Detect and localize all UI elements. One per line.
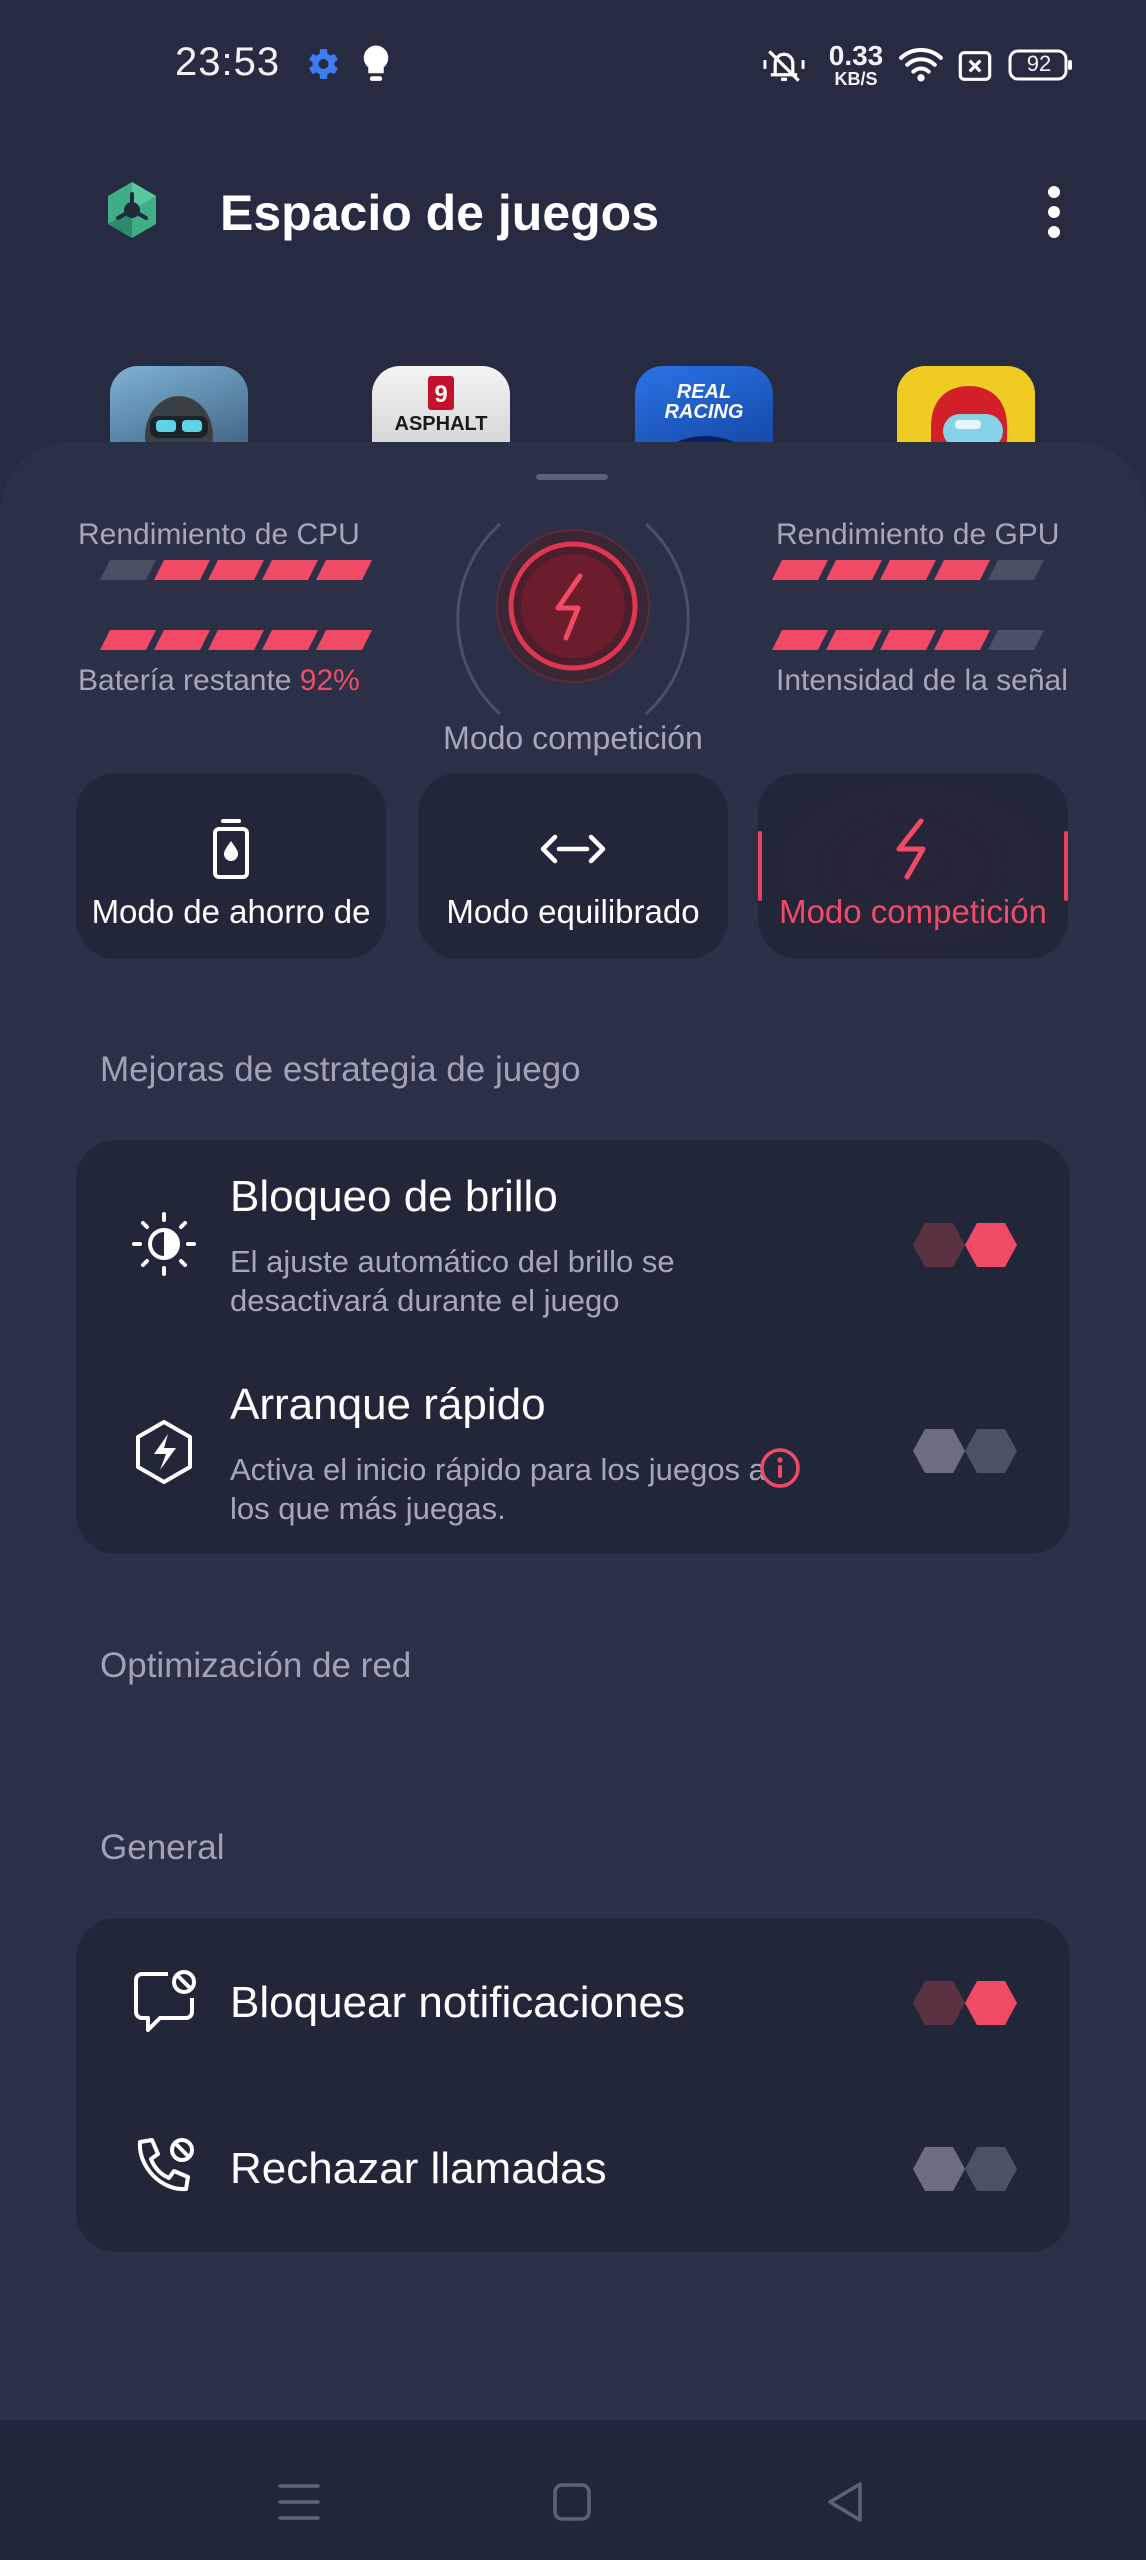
real-racing-text-1: REAL	[677, 381, 731, 403]
bar-segment	[316, 630, 372, 650]
quick-start-icon	[136, 1420, 192, 1484]
reject-calls-title: Rechazar llamadas	[230, 2144, 607, 2193]
toggle-segment	[913, 1981, 965, 2025]
status-time: 23:53	[175, 40, 281, 84]
mode-competition-label: Modo competición	[779, 893, 1047, 930]
more-vert-icon[interactable]	[1034, 180, 1074, 244]
brightness-lock-desc: El ajuste automático del brillo se desac…	[230, 1244, 675, 1318]
bar-segment	[100, 560, 156, 580]
gpu-performance-bars	[772, 558, 1046, 582]
quick-start-toggle[interactable]	[912, 1426, 1018, 1476]
reject-calls-icon	[137, 2138, 194, 2192]
toggle-segment	[965, 1981, 1017, 2025]
sheet-drag-handle[interactable]	[536, 474, 608, 480]
bar-segment	[154, 630, 210, 650]
asphalt-badge: 9	[434, 381, 447, 408]
battery-icon: 92	[1008, 48, 1074, 82]
mode-balanced-label: Modo equilibrado	[446, 893, 700, 930]
mode-balanced-button[interactable]: Modo equilibrado	[418, 773, 728, 959]
gpu-performance-label: Rendimiento de GPU	[776, 518, 1060, 551]
mode-power-saving-label: Modo de ahorro de	[91, 893, 371, 930]
bar-segment	[934, 560, 990, 580]
battery-drop-icon	[213, 819, 249, 879]
balance-arrows-icon	[540, 834, 606, 864]
menu-icon[interactable]	[278, 2482, 320, 2522]
battery-level: 92	[1026, 51, 1052, 76]
mode-power-saving-button[interactable]: Modo de ahorro de	[76, 773, 386, 959]
brightness-lock-title: Bloqueo de brillo	[230, 1172, 558, 1221]
brightness-icon	[132, 1212, 196, 1276]
toggle-segment	[965, 1429, 1017, 1473]
general-card	[76, 1918, 1070, 2252]
section-title-general: General	[100, 1828, 225, 1867]
bar-segment	[208, 630, 264, 650]
toggle-segment	[913, 1429, 965, 1473]
mode-dial[interactable]	[430, 506, 716, 732]
block-notifications-title: Bloquear notificaciones	[230, 1978, 685, 2027]
bar-segment	[880, 630, 936, 650]
bar-segment	[988, 560, 1044, 580]
block-notifications-toggle[interactable]	[912, 1978, 1018, 2028]
asphalt-text: ASPHALT	[395, 413, 488, 435]
mute-bell-icon	[763, 50, 805, 82]
bar-segment	[772, 630, 828, 650]
info-icon[interactable]	[758, 1446, 802, 1490]
game-space-logo[interactable]	[100, 178, 164, 242]
bar-segment	[262, 630, 318, 650]
bar-segment	[934, 630, 990, 650]
bar-segment	[826, 630, 882, 650]
bar-segment	[208, 560, 264, 580]
real-racing-text-2: RACING	[665, 401, 744, 423]
lightning-icon	[896, 818, 926, 880]
brightness-lock-toggle[interactable]	[912, 1220, 1018, 1270]
current-mode-label: Modo competición	[443, 720, 703, 756]
sim-off-icon	[958, 51, 992, 81]
bar-segment	[826, 560, 882, 580]
signal-strength-bars	[772, 628, 1046, 652]
toggle-segment	[913, 2147, 965, 2191]
bar-segment	[316, 560, 372, 580]
section-title-strategy: Mejoras de estrategia de juego	[100, 1050, 581, 1089]
battery-remaining-label: Batería restante 92%	[78, 664, 360, 698]
quick-start-title: Arranque rápido	[230, 1380, 546, 1429]
cpu-performance-bars	[100, 558, 374, 582]
block-notifications-icon	[134, 1970, 196, 2032]
page-title: Espacio de juegos	[220, 185, 660, 241]
navigation-bar	[0, 2420, 1146, 2560]
bar-segment	[154, 560, 210, 580]
battery-remaining-text: Batería restante	[78, 664, 300, 697]
bar-segment	[100, 630, 156, 650]
quick-start-desc: Activa el inicio rápido para los juegos …	[230, 1452, 766, 1526]
cpu-performance-label: Rendimiento de CPU	[78, 518, 360, 551]
toggle-segment	[965, 2147, 1017, 2191]
bar-segment	[772, 560, 828, 580]
bar-segment	[262, 560, 318, 580]
section-title-network[interactable]: Optimización de red	[100, 1646, 411, 1686]
bar-segment	[988, 630, 1044, 650]
home-icon[interactable]	[552, 2482, 592, 2522]
wifi-icon	[899, 47, 943, 82]
gear-icon	[309, 49, 338, 79]
mode-competition-button[interactable]: Modo competición	[758, 773, 1068, 959]
network-speed: 0.33 KB/S	[828, 40, 884, 89]
signal-strength-label: Intensidad de la señal	[776, 664, 1068, 697]
battery-level-bars	[100, 628, 374, 652]
toggle-segment	[965, 1223, 1017, 1267]
reject-calls-toggle[interactable]	[912, 2144, 1018, 2194]
back-icon[interactable]	[824, 2480, 866, 2524]
toggle-segment	[913, 1223, 965, 1267]
battery-remaining-value: 92%	[299, 664, 360, 697]
bulb-icon	[363, 45, 389, 81]
bar-segment	[880, 560, 936, 580]
